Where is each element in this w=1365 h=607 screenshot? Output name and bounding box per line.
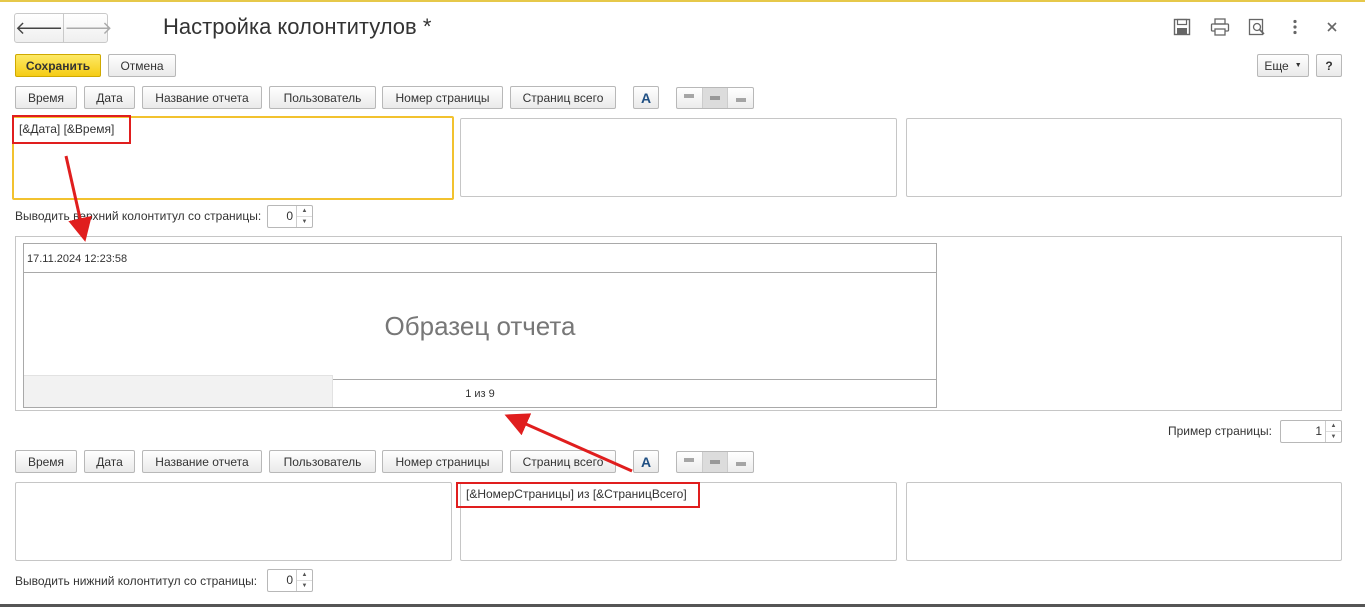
annotation-arrow-header bbox=[64, 155, 92, 242]
annotation-arrows bbox=[64, 155, 633, 473]
annotation-arrow-footer bbox=[504, 413, 633, 473]
